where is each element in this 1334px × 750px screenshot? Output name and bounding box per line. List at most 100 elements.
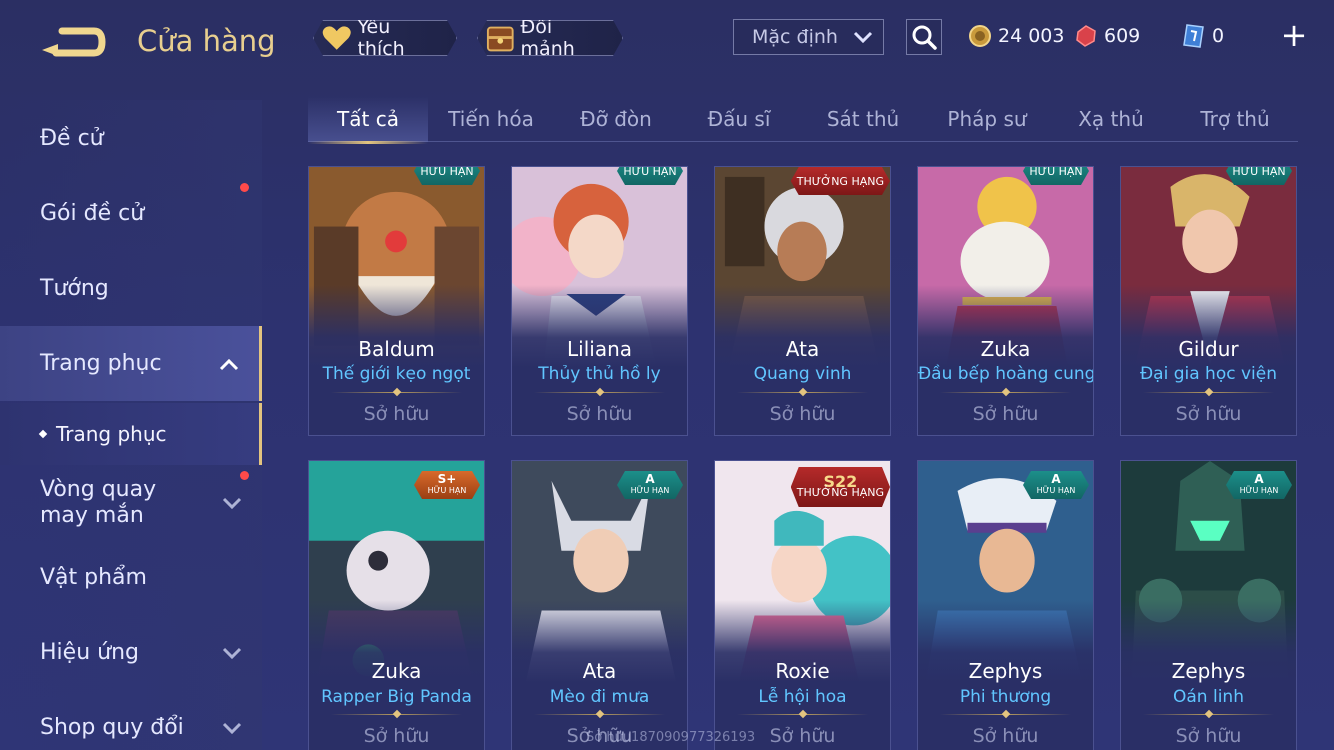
tab-fighter[interactable]: Đấu sĩ	[680, 96, 798, 142]
sidebar-item-label: Vòng quay may mắn	[40, 476, 157, 528]
top-bar: Cửa hàng Yêu thích Đổi mảnh Mặc định 24 …	[0, 0, 1334, 80]
badge-text: HỮU HẠN	[427, 486, 467, 495]
favorite-label: Yêu thích	[357, 16, 405, 60]
back-button[interactable]	[40, 20, 108, 62]
shard-exchange-button[interactable]: Đổi mảnh	[477, 20, 623, 56]
premium-badge: THƯỞNG HẠNG	[791, 167, 890, 195]
card-divider	[737, 714, 868, 715]
sidebar-item-recommended-packs[interactable]: Gói đề cử	[0, 176, 262, 251]
hero-name: Baldum	[358, 337, 435, 361]
card-divider	[331, 714, 462, 715]
sidebar-subitem-skins[interactable]: Trang phục	[0, 403, 262, 465]
card-divider	[534, 714, 665, 715]
chevron-down-icon	[222, 497, 242, 509]
add-currency-button[interactable]: +	[1278, 19, 1310, 52]
page-title: Cửa hàng	[137, 24, 276, 58]
gem-balance: 609	[1074, 22, 1140, 50]
chevron-down-icon	[222, 722, 242, 734]
tab-tank[interactable]: Đỡ đòn	[558, 96, 674, 142]
skin-card[interactable]: HỮU HẠN Liliana Thủy thủ hồ ly Sở hữu	[511, 166, 688, 436]
hero-name: Roxie	[775, 659, 830, 683]
badge-text: HỮU HẠN	[1232, 166, 1286, 178]
card-divider	[1143, 392, 1274, 393]
favorite-button[interactable]: Yêu thích	[313, 20, 457, 56]
hero-name: Zephys	[968, 659, 1043, 683]
skin-card[interactable]: A HỮU HẠN Ata Mèo đi mưa Sở hữu	[511, 460, 688, 750]
skin-card[interactable]: A HỮU HẠN Zephys Phi thương Sở hữu	[917, 460, 1094, 750]
skin-card[interactable]: HỮU HẠN Zuka Đầu bếp hoàng cung Sở hữu	[917, 166, 1094, 436]
skin-card[interactable]: S+ HỮU HẠN Zuka Rapper Big Panda Sở hữu	[308, 460, 485, 750]
skin-card[interactable]: S22 THƯỞNG HẠNG Roxie Lễ hội hoa Sở hữu	[714, 460, 891, 750]
sidebar-item-items[interactable]: Vật phẩm	[0, 540, 262, 615]
tab-all[interactable]: Tất cả	[308, 96, 428, 144]
premium-badge: S22 THƯỞNG HẠNG	[791, 467, 890, 507]
tier-text: A	[1254, 472, 1264, 486]
card-divider	[331, 392, 462, 393]
category-tabs: Tất cả Tiến hóa Đỡ đòn Đấu sĩ Sát thủ Ph…	[308, 96, 1298, 144]
badge-text: HỮU HẠN	[420, 166, 474, 178]
hero-name: Zuka	[371, 659, 422, 683]
skin-card[interactable]: HỮU HẠN Gildur Đại gia học viện Sở hữu	[1120, 166, 1297, 436]
heart-icon	[322, 25, 351, 51]
hero-name: Liliana	[567, 337, 632, 361]
tab-mage[interactable]: Pháp sư	[928, 96, 1046, 142]
badge-text: HỮU HẠN	[1239, 486, 1279, 495]
sidebar-item-label: Tướng	[40, 276, 109, 301]
search-button[interactable]	[906, 19, 942, 55]
sidebar-item-recommended[interactable]: Đề cử	[0, 101, 262, 176]
sidebar-item-label: Hiệu ứng	[40, 640, 139, 665]
hero-name: Ata	[785, 337, 820, 361]
tier-text: S+	[437, 472, 457, 486]
sidebar-item-lucky-spin[interactable]: Vòng quay may mắn	[0, 465, 262, 540]
tier-badge: A HỮU HẠN	[617, 471, 683, 499]
ticket-icon	[1183, 24, 1204, 48]
sidebar-item-exchange-shop[interactable]: Shop quy đổi	[0, 690, 262, 750]
notification-dot	[240, 183, 249, 192]
badge-text: HỮU HẠN	[623, 166, 677, 178]
plus-icon: +	[1280, 16, 1308, 54]
sort-dropdown[interactable]: Mặc định	[733, 19, 884, 55]
skin-card[interactable]: THƯỞNG HẠNG Ata Quang vinh Sở hữu	[714, 166, 891, 436]
limited-badge: HỮU HẠN	[414, 166, 480, 185]
owned-status: Sở hữu	[972, 725, 1039, 747]
hero-name: Gildur	[1178, 337, 1239, 361]
card-divider	[1143, 714, 1274, 715]
shard-label: Đổi mảnh	[520, 16, 575, 60]
owned-status: Sở hữu	[363, 725, 430, 747]
skin-card[interactable]: A HỮU HẠN Zephys Oán linh Sở hữu	[1120, 460, 1297, 750]
tab-marksman[interactable]: Xạ thủ	[1052, 96, 1170, 142]
owned-status: Sở hữu	[566, 403, 633, 425]
owned-status: Sở hữu	[363, 403, 430, 425]
card-divider	[940, 714, 1071, 715]
gold-value: 24 003	[998, 25, 1065, 47]
sidebar-item-skins[interactable]: Trang phục	[0, 326, 262, 401]
sidebar-item-label: Shop quy đổi	[40, 715, 184, 740]
skin-card[interactable]: HỮU HẠN Baldum Thế giới kẹo ngọt Sở hữu	[308, 166, 485, 436]
limited-badge: HỮU HẠN	[1226, 166, 1292, 185]
skin-name: Oán linh	[1173, 687, 1244, 707]
sidebar-item-effects[interactable]: Hiệu ứng	[0, 615, 262, 690]
skin-name: Phi thương	[959, 687, 1052, 707]
card-divider	[534, 392, 665, 393]
badge-text: HỮU HẠN	[1036, 486, 1076, 495]
watermark: Sở hữu187090977326193	[586, 730, 756, 745]
sidebar-item-label: Đề cử	[40, 126, 104, 151]
skin-name: Lễ hội hoa	[758, 687, 847, 707]
skin-name: Đại gia học viện	[1140, 364, 1277, 384]
skin-name: Mèo đi mưa	[549, 687, 650, 707]
sidebar-subitem-label: Trang phục	[56, 422, 167, 446]
sidebar-item-heroes[interactable]: Tướng	[0, 251, 262, 326]
tab-assassin[interactable]: Sát thủ	[804, 96, 922, 142]
red-gem-icon	[1076, 25, 1096, 47]
skin-name: Đầu bếp hoàng cung	[918, 364, 1094, 384]
limited-badge: HỮU HẠN	[617, 166, 683, 185]
notification-dot	[240, 471, 249, 480]
sidebar-item-label: Gói đề cử	[40, 201, 145, 226]
tab-support[interactable]: Trợ thủ	[1176, 96, 1294, 142]
tier-text: A	[645, 472, 655, 486]
ticket-value: 0	[1212, 25, 1225, 47]
tier-badge: S+ HỮU HẠN	[414, 471, 480, 499]
hero-name: Ata	[582, 659, 617, 683]
tab-evolve[interactable]: Tiến hóa	[432, 96, 550, 142]
sidebar-item-label: Trang phục	[40, 351, 162, 376]
